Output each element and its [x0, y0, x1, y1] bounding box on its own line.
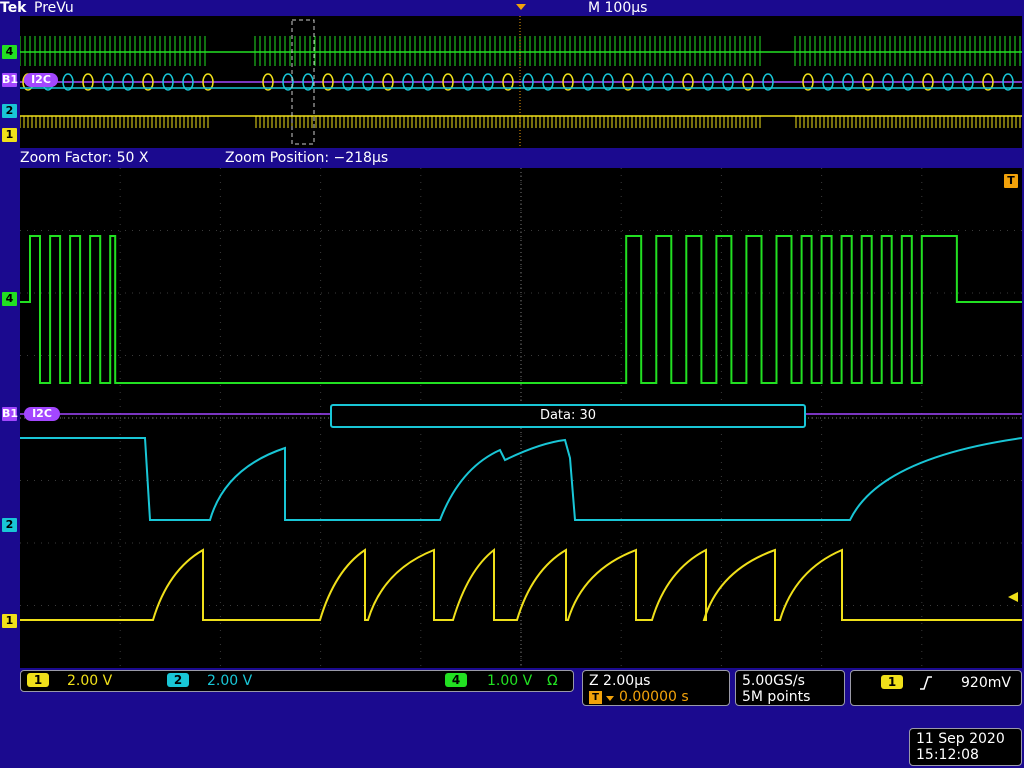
trigger-pos-arrow-icon	[606, 696, 614, 701]
trigger-position-arrow-icon	[516, 4, 526, 10]
trigger-position-value: 0.00000 s	[619, 689, 689, 705]
overview-waveform-plot	[19, 16, 1024, 148]
ch1-zoom-marker[interactable]: 1	[2, 614, 17, 628]
ch1-scale: 2.00 V	[67, 673, 113, 689]
b1-zoom-marker[interactable]: B1	[2, 407, 18, 421]
i2c-overview-label: I2C	[24, 73, 58, 87]
i2c-data-packet[interactable]: Data: 30	[330, 404, 806, 428]
ch2-trace	[20, 437, 1023, 521]
vertical-scale-bar[interactable]: 1 2.00 V 2 2.00 V 4 1.00 V Ω	[20, 670, 574, 692]
horizontal-zoom-panel[interactable]: Z 2.00µs T 0.00000 s	[582, 670, 730, 706]
record-length: 5M points	[742, 689, 811, 705]
brand-logo: Tek	[0, 0, 27, 16]
time-readout: 15:12:08	[916, 747, 979, 763]
ch4-termination: Ω	[547, 673, 558, 689]
i2c-zoom-label: I2C	[24, 407, 60, 421]
ch4-badge[interactable]: 4	[445, 673, 467, 687]
ch1-overview-marker[interactable]: 1	[2, 128, 17, 142]
date-time-panel: 11 Sep 2020 15:12:08	[909, 728, 1022, 766]
i2c-data-text: Data: 30	[539, 408, 597, 423]
zoom-trigger-marker: T	[1004, 174, 1018, 188]
zoom-factor: Zoom Factor: 50 X	[20, 150, 149, 166]
ch2-scale: 2.00 V	[207, 673, 253, 689]
sample-rate: 5.00GS/s	[742, 673, 805, 689]
acquisition-mode: PreVu	[34, 0, 74, 16]
date-readout: 11 Sep 2020	[916, 731, 1005, 747]
ch2-badge[interactable]: 2	[167, 673, 189, 687]
trigger-panel[interactable]: 1 920mV	[850, 670, 1022, 706]
zoom-waveform-window: Data: 30 T	[20, 168, 1023, 668]
trigger-pos-icon: T	[589, 691, 602, 704]
zoom-scale: Z 2.00µs	[589, 673, 651, 689]
acquisition-panel[interactable]: 5.00GS/s 5M points	[735, 670, 845, 706]
rising-edge-icon	[920, 676, 932, 690]
ch2-zoom-marker[interactable]: 2	[2, 518, 17, 532]
ch4-scale: 1.00 V	[487, 673, 533, 689]
ch4-zoom-marker[interactable]: 4	[2, 292, 17, 306]
b1-overview-marker[interactable]: B1	[2, 73, 18, 87]
ch2-overview-marker[interactable]: 2	[2, 104, 17, 118]
zoom-position: Zoom Position: −218µs	[225, 150, 389, 166]
ch4-overview-marker[interactable]: 4	[2, 45, 17, 59]
trigger-source-badge[interactable]: 1	[881, 675, 903, 689]
timebase-readout[interactable]: M 100µs	[588, 0, 647, 16]
trigger-level: 920mV	[961, 675, 1011, 691]
overview-waveform-window	[19, 16, 1024, 148]
ch1-badge[interactable]: 1	[27, 673, 49, 687]
